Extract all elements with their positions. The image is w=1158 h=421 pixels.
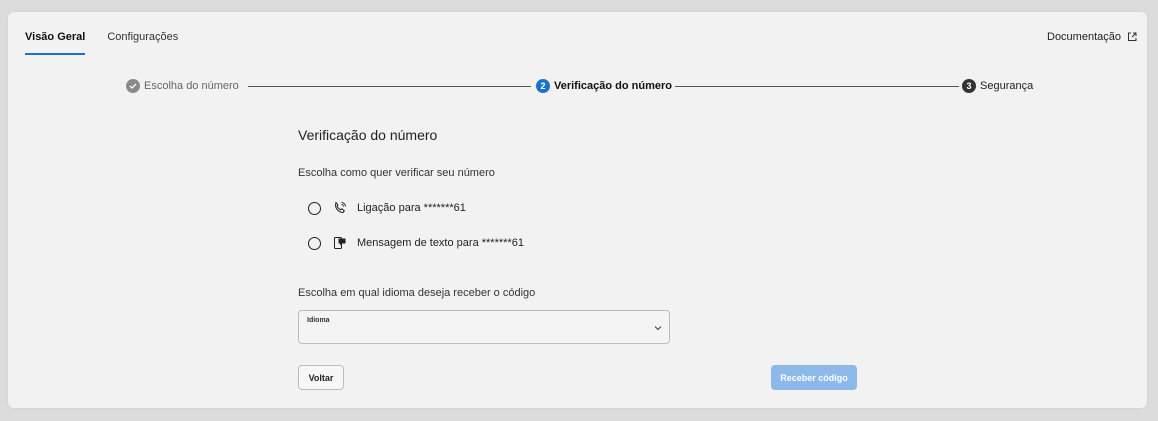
external-link-icon (1128, 32, 1137, 41)
step-label: Verificação do número (554, 80, 672, 92)
step-label: Escolha do número (144, 80, 239, 92)
back-button[interactable]: Voltar (298, 365, 344, 390)
step-label: Segurança (980, 80, 1034, 92)
language-select-label: Idioma (307, 317, 330, 324)
documentation-link[interactable]: Documentação (1047, 31, 1137, 43)
option-phone-call[interactable]: Ligação para *******61 (308, 201, 466, 215)
step-connector (675, 86, 959, 87)
step-number-badge: 2 (536, 79, 550, 93)
chevron-down-icon (654, 326, 662, 331)
phone-call-icon (334, 201, 346, 214)
stepper: Escolha do número 2 Verificação do númer… (126, 79, 1033, 95)
option-label: Ligação para *******61 (357, 202, 466, 214)
main-card: Visão Geral Configurações Documentação E… (8, 12, 1147, 408)
tab-settings[interactable]: Configurações (107, 31, 178, 55)
sms-message-icon (334, 237, 346, 249)
check-icon (126, 79, 140, 93)
method-prompt: Escolha como quer verificar seu número (298, 167, 495, 179)
tab-bar: Visão Geral Configurações (25, 31, 200, 55)
language-select[interactable]: Idioma (298, 310, 670, 344)
radio-button[interactable] (308, 236, 321, 250)
radio-button[interactable] (308, 201, 321, 215)
language-prompt: Escolha em qual idioma deseja receber o … (298, 287, 536, 299)
step-number-badge: 3 (962, 79, 976, 93)
page-title: Verificação do número (298, 127, 438, 143)
documentation-label: Documentação (1047, 31, 1121, 43)
step-choose-number: Escolha do número (126, 79, 239, 93)
receive-code-button[interactable]: Receber código (771, 365, 857, 390)
step-security: 3 Segurança (962, 79, 1033, 93)
tab-overview[interactable]: Visão Geral (25, 31, 86, 55)
step-verify-number: 2 Verificação do número (536, 79, 672, 93)
step-connector (248, 86, 531, 87)
option-label: Mensagem de texto para *******61 (357, 237, 524, 249)
option-sms[interactable]: Mensagem de texto para *******61 (308, 236, 524, 250)
